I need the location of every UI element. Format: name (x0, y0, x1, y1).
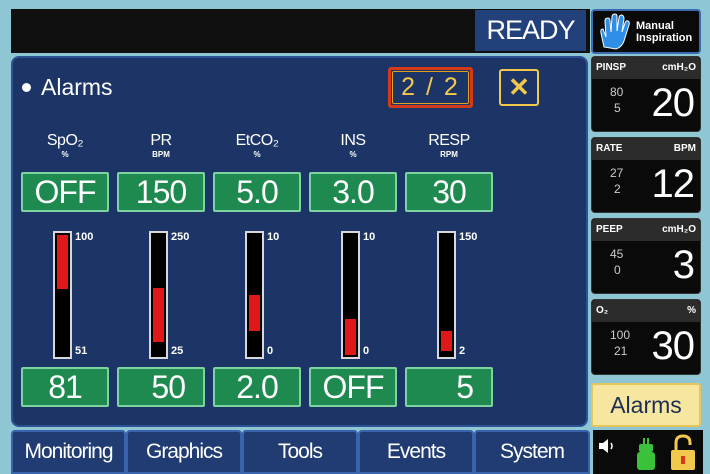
card-name: PINSP (596, 62, 627, 73)
tab-system[interactable]: System (474, 430, 590, 474)
ready-status: READY (475, 10, 586, 51)
manual-label-line2: Inspiration (636, 31, 693, 44)
limit-bar (149, 231, 168, 359)
card-low: 0 (614, 263, 621, 277)
bar-max-label: 150 (459, 231, 478, 243)
bar-min-label: 51 (75, 345, 88, 357)
bar-min-label: 25 (171, 345, 184, 357)
param-unit: % (61, 150, 69, 159)
card-high: 45 (610, 247, 624, 261)
status-icon-area (593, 430, 703, 474)
param-label: PR (150, 132, 172, 149)
low-limit-button[interactable]: 2.0 (213, 367, 301, 407)
card-unit: cmH₂O (662, 224, 696, 235)
card-value: 20 (651, 81, 695, 125)
bar-min-label: 0 (267, 345, 274, 357)
param-resp: RESP RPM 30 150 2 5 (401, 58, 497, 429)
param-card-peep[interactable]: PEEP cmH₂O 45 0 3 (591, 218, 701, 294)
limit-bar-fill (345, 319, 356, 355)
tab-monitoring[interactable]: Monitoring (11, 430, 126, 474)
high-limit-button[interactable]: 3.0 (309, 172, 397, 212)
low-limit-button[interactable]: 5 (405, 367, 493, 407)
bottom-tab-bar: Monitoring Graphics Tools Events System (11, 430, 590, 474)
close-button[interactable]: ✕ (499, 69, 539, 106)
limit-bar (341, 231, 360, 359)
param-unit: % (349, 150, 357, 159)
bar-min-label: 2 (459, 345, 466, 357)
card-name: RATE (596, 143, 623, 154)
param-label: EtCO₂ (235, 132, 279, 149)
manual-inspiration-button[interactable]: Manual Inspiration (591, 9, 701, 54)
bar-max-label: 100 (75, 231, 94, 243)
limit-bar (245, 231, 264, 359)
card-unit: BPM (673, 143, 696, 154)
close-icon: ✕ (508, 72, 530, 102)
card-value: 30 (651, 324, 695, 368)
bar-max-label: 250 (171, 231, 190, 243)
limit-bar-fill (153, 287, 164, 342)
param-card-pinsp[interactable]: PINSP cmH₂O 80 5 20 (591, 56, 701, 132)
low-limit-button[interactable]: OFF (309, 367, 397, 407)
param-pr: PR BPM 150 250 25 50 (113, 58, 209, 429)
param-unit: RPM (440, 150, 458, 159)
bar-max-label: 10 (363, 231, 376, 243)
card-high: 100 (610, 328, 631, 342)
alarms-panel: Alarms 2 / 2 ✕ SpO₂ % OFF 100 51 81 PR B… (11, 56, 588, 427)
param-card-o2[interactable]: O₂ % 100 21 30 (591, 299, 701, 375)
param-spo2: SpO₂ % OFF 100 51 81 (17, 58, 113, 429)
high-limit-button[interactable]: 150 (117, 172, 205, 212)
bar-max-label: 10 (267, 231, 280, 243)
card-high: 27 (610, 166, 624, 180)
tab-tools[interactable]: Tools (242, 430, 358, 474)
bar-min-label: 0 (363, 345, 370, 357)
card-high: 80 (610, 85, 624, 99)
tab-graphics[interactable]: Graphics (126, 430, 242, 474)
card-name: PEEP (596, 224, 623, 235)
card-low: 21 (614, 344, 628, 358)
manual-label-line1: Manual (636, 19, 674, 32)
lock-icon[interactable] (669, 434, 697, 472)
limit-bar-fill (249, 295, 260, 331)
low-limit-button[interactable]: 81 (21, 367, 109, 407)
card-unit: % (687, 305, 696, 316)
param-label: RESP (428, 132, 470, 149)
limit-bar (437, 231, 456, 359)
param-label: INS (340, 132, 366, 149)
high-limit-button[interactable]: OFF (21, 172, 109, 212)
param-etco2: EtCO₂ % 5.0 10 0 2.0 (209, 58, 305, 429)
card-value: 12 (651, 162, 695, 206)
param-unit: % (253, 150, 261, 159)
hand-icon (600, 12, 630, 50)
high-limit-button[interactable]: 30 (405, 172, 493, 212)
param-unit: BPM (152, 150, 170, 159)
tab-events[interactable]: Events (358, 430, 474, 474)
param-ins: INS % 3.0 10 0 OFF (305, 58, 401, 429)
limit-bar-fill (57, 235, 68, 289)
speaker-icon[interactable] (597, 438, 617, 454)
card-low: 5 (614, 101, 621, 115)
high-limit-button[interactable]: 5.0 (213, 172, 301, 212)
card-name: O₂ (596, 305, 609, 316)
limit-bar (53, 231, 72, 359)
limit-bar-fill (441, 331, 452, 352)
battery-plug-icon (637, 438, 655, 470)
card-low: 2 (614, 182, 621, 196)
card-value: 3 (672, 243, 695, 287)
low-limit-button[interactable]: 50 (117, 367, 205, 407)
card-unit: cmH₂O (662, 62, 696, 73)
param-label: SpO₂ (46, 132, 84, 149)
alarms-button[interactable]: Alarms (591, 383, 701, 427)
param-card-rate[interactable]: RATE BPM 27 2 12 (591, 137, 701, 213)
